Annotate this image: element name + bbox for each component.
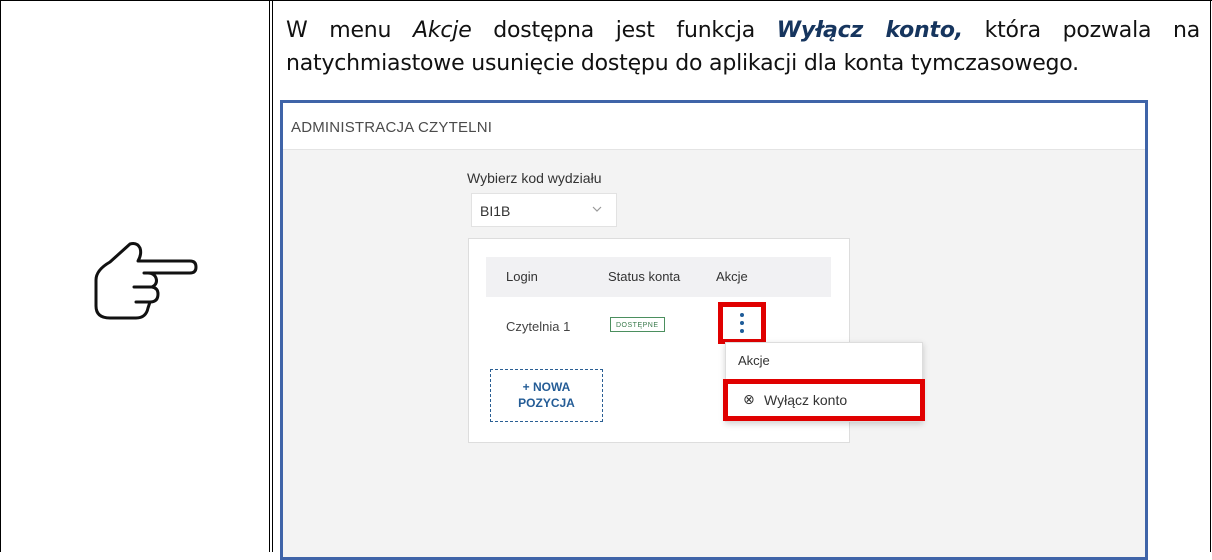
function-name: Wyłącz konto, (776, 18, 963, 43)
table-border-left (0, 0, 1, 552)
status-badge: DOSTĘPNE (610, 317, 665, 332)
column-header-status: Status konta (608, 269, 681, 284)
circle-x-icon: ⊗ (743, 392, 755, 408)
dropdown-header: Akcje (738, 353, 770, 368)
disable-account-label: Wyłącz konto (764, 392, 848, 408)
intro-text: W menu (286, 18, 413, 43)
new-item-label: + NOWA (522, 380, 571, 394)
embedded-screenshot: ADMINISTRACJA CZYTELNI Wybierz kod wydzi… (280, 100, 1148, 560)
pointing-hand-icon (94, 242, 198, 320)
faculty-select[interactable]: BI1B (471, 193, 617, 227)
kebab-menu-icon (738, 313, 746, 335)
row-login: Czytelnia 1 (506, 319, 571, 334)
actions-dropdown: Akcje ⊗ Wyłącz konto (723, 342, 925, 422)
table-header: Login Status konta Akcje (486, 257, 831, 297)
screenshot-header: ADMINISTRACJA CZYTELNI (283, 103, 1145, 150)
menu-name: Akcje (413, 18, 472, 43)
column-header-actions: Akcje (716, 269, 748, 284)
disable-account-item[interactable]: ⊗ Wyłącz konto (723, 379, 925, 421)
table-border-right (1210, 0, 1211, 552)
table-column-divider (269, 0, 270, 552)
faculty-label: Wybierz kod wydziału (467, 170, 602, 186)
faculty-select-value: BI1B (480, 203, 511, 219)
chevron-down-icon (592, 206, 602, 212)
actions-menu-button[interactable] (718, 302, 766, 344)
intro-text: dostępna jest funkcja (471, 18, 777, 43)
table-border-top (0, 0, 1212, 1)
table-column-divider (272, 0, 273, 552)
new-item-button[interactable]: + NOWA POZYCJA (490, 369, 603, 422)
column-header-login: Login (506, 269, 538, 284)
page-title: ADMINISTRACJA CZYTELNI (291, 119, 493, 136)
new-item-label: POZYCJA (518, 396, 575, 410)
intro-paragraph: W menu Akcje dostępna jest funkcja Wyłąc… (286, 14, 1200, 80)
